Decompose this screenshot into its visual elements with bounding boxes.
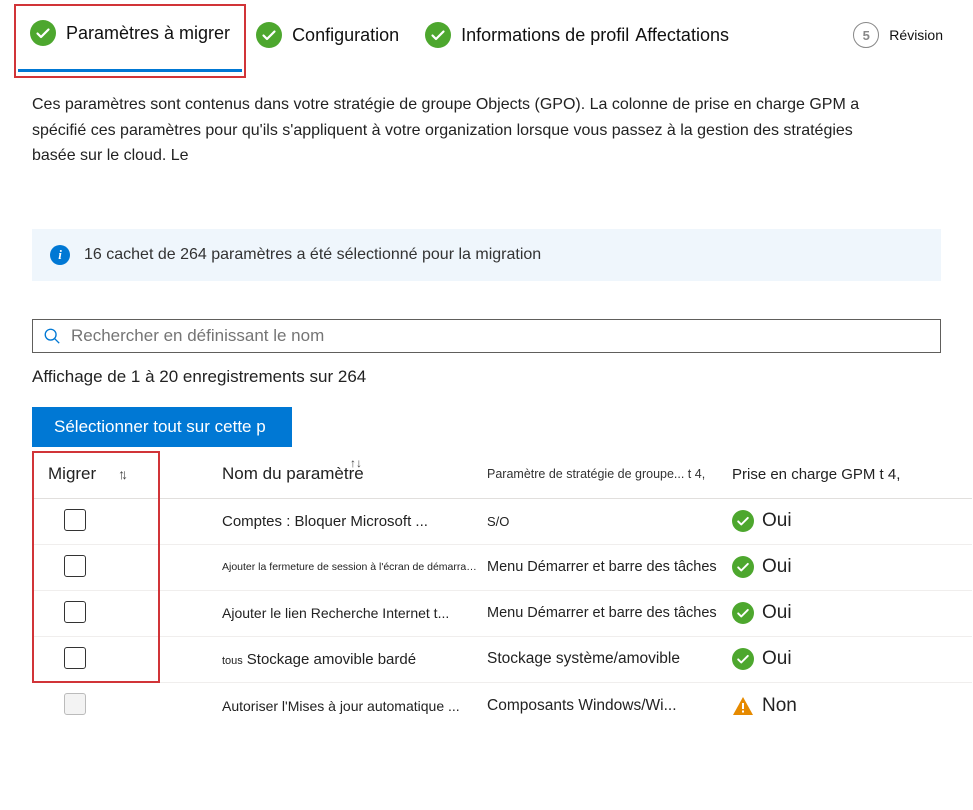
cell-gpm: Oui	[732, 648, 972, 670]
wizard-step-label: Configuration	[292, 25, 399, 46]
column-header-nom[interactable]: Nom du paramètre ↑↓	[222, 464, 487, 484]
column-header-migrer[interactable]: Migrer ↑↓	[32, 464, 222, 484]
table-row: Ajouter le lien Recherche Internet t... …	[32, 591, 972, 637]
wizard-step-profile-info[interactable]: Informations de profil	[425, 22, 629, 48]
table-row: Ajouter la fermeture de session à l'écra…	[32, 545, 972, 591]
table-row: Comptes : Bloquer Microsoft ... S/O Oui	[32, 499, 972, 545]
wizard-step-label: Affectations	[635, 25, 729, 46]
cell-migrer	[32, 555, 222, 580]
search-input[interactable]	[71, 326, 930, 346]
check-icon	[732, 556, 754, 578]
sort-icon: ↑↓	[118, 466, 124, 482]
migrate-checkbox[interactable]	[64, 555, 86, 577]
warning-icon	[732, 695, 754, 717]
column-header-param[interactable]: Paramètre de stratégie de groupe... t 4,	[487, 467, 732, 481]
cell-gpm: Non	[732, 695, 972, 717]
migrate-checkbox-disabled	[64, 693, 86, 715]
wizard-step-configuration[interactable]: Configuration	[256, 22, 399, 48]
cell-migrer	[32, 601, 222, 626]
cell-param: Composants Windows/Wi...	[487, 697, 732, 715]
table-row: tousStockage amovible bardé Stockage sys…	[32, 637, 972, 683]
active-underline	[18, 69, 242, 72]
cell-gpm: Oui	[732, 510, 972, 532]
cell-param: Stockage système/amovible	[487, 650, 732, 668]
info-icon: i	[50, 245, 70, 265]
check-icon	[256, 22, 282, 48]
wizard-step-assignments[interactable]: Affectations	[635, 25, 729, 46]
migrate-checkbox[interactable]	[64, 509, 86, 531]
page-description: Ces paramètres sont contenus dans votre …	[0, 50, 930, 169]
wizard-step-label: Informations de profil	[461, 25, 629, 46]
check-icon	[30, 20, 56, 46]
settings-table: Migrer ↑↓ Nom du paramètre ↑↓ Paramètre …	[32, 451, 972, 729]
info-bar-text: 16 cachet de 264 paramètres a été sélect…	[84, 246, 541, 264]
cell-name: Ajouter le lien Recherche Internet t...	[222, 605, 487, 621]
wizard-step-label: Révision	[889, 27, 943, 43]
cell-param: Menu Démarrer et barre des tâches	[487, 559, 732, 575]
sort-icon: ↑↓	[350, 456, 362, 470]
cell-migrer	[32, 509, 222, 534]
check-icon	[732, 510, 754, 532]
select-all-button[interactable]: Sélectionner tout sur cette p	[32, 407, 292, 447]
cell-migrer	[32, 693, 222, 718]
records-count-label: Affichage de 1 à 20 enregistrements sur …	[32, 367, 941, 387]
check-icon	[732, 648, 754, 670]
cell-name: tousStockage amovible bardé	[222, 651, 487, 668]
column-header-gpm[interactable]: Prise en charge GPM t 4,	[732, 466, 972, 483]
table-row: Autoriser l'Mises à jour automatique ...…	[32, 683, 972, 729]
cell-name: Comptes : Bloquer Microsoft ...	[222, 513, 487, 530]
wizard-steps: Paramètres à migrer Configuration Inform…	[0, 0, 973, 50]
migrate-checkbox[interactable]	[64, 647, 86, 669]
step-number-icon: 5	[853, 22, 879, 48]
migrate-checkbox[interactable]	[64, 601, 86, 623]
cell-gpm: Oui	[732, 556, 972, 578]
check-icon	[425, 22, 451, 48]
check-icon	[732, 602, 754, 624]
cell-name: Ajouter la fermeture de session à l'écra…	[222, 561, 487, 573]
cell-migrer	[32, 647, 222, 672]
table-header-row: Migrer ↑↓ Nom du paramètre ↑↓ Paramètre …	[32, 451, 972, 499]
cell-param: S/O	[487, 514, 732, 529]
cell-name: Autoriser l'Mises à jour automatique ...	[222, 698, 487, 714]
cell-gpm: Oui	[732, 602, 972, 624]
wizard-step-settings[interactable]: Paramètres à migrer	[30, 20, 230, 50]
cell-param: Menu Démarrer et barre des tâches	[487, 605, 732, 621]
search-box[interactable]	[32, 319, 941, 353]
info-bar: i 16 cachet de 264 paramètres a été séle…	[32, 229, 941, 281]
search-icon	[43, 327, 61, 345]
wizard-step-label: Paramètres à migrer	[66, 23, 230, 44]
wizard-step-review[interactable]: 5 Révision	[853, 22, 943, 48]
